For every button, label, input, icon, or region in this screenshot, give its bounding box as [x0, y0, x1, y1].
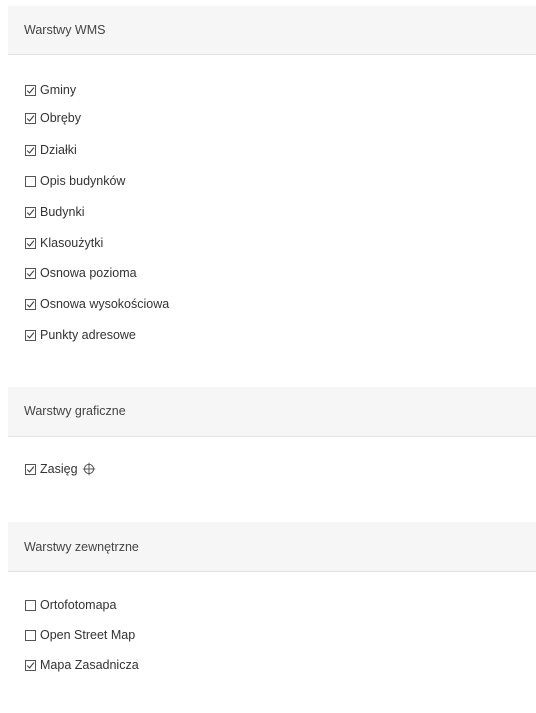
section-header-wms: Warstwy WMS	[8, 6, 536, 55]
layer-item-mapa-zasadnicza[interactable]: Mapa Zasadnicza	[25, 656, 139, 674]
layer-item-dzialki[interactable]: Działki	[25, 141, 77, 159]
layer-item-ortofotomapa[interactable]: Ortofotomapa	[25, 596, 116, 614]
layers-panel: Warstwy WMS Gminy Obręby Działki Opis bu…	[8, 0, 536, 713]
layer-label: Obręby	[40, 111, 81, 125]
checkmark-icon	[26, 239, 35, 247]
layer-item-klasouzytki[interactable]: Klasoużytki	[25, 234, 103, 252]
layer-label: Działki	[40, 143, 77, 157]
checkbox[interactable]	[25, 329, 36, 341]
layer-label: Gminy	[40, 83, 77, 97]
layer-label: Open Street Map	[40, 628, 136, 642]
checkmark-icon	[26, 465, 35, 473]
checkmark-icon	[26, 269, 35, 277]
checkbox[interactable]	[25, 144, 36, 156]
layer-item-gminy[interactable]: Gminy	[25, 81, 76, 99]
section-title-zewnetrzne: Warstwy zewnętrzne	[24, 540, 139, 554]
layer-label: Budynki	[40, 205, 85, 219]
checkmark-icon	[26, 114, 35, 122]
checkbox[interactable]	[25, 237, 36, 249]
layer-item-budynki[interactable]: Budynki	[25, 203, 84, 221]
checkmark-icon	[26, 208, 35, 216]
layer-item-osnowa-wysokosciowa[interactable]: Osnowa wysokościowa	[25, 295, 169, 313]
layer-label: Ortofotomapa	[40, 598, 117, 612]
checkbox[interactable]	[25, 267, 36, 279]
checkmark-icon	[26, 146, 35, 154]
checkmark-icon	[26, 86, 35, 94]
layer-item-open-street-map[interactable]: Open Street Map	[25, 626, 135, 644]
layer-item-opis-budynkow[interactable]: Opis budynków	[25, 172, 125, 190]
layer-label: Punkty adresowe	[40, 328, 136, 342]
layer-item-obreby[interactable]: Obręby	[25, 109, 81, 127]
checkbox[interactable]	[25, 629, 36, 641]
section-title-wms: Warstwy WMS	[24, 23, 106, 37]
layer-label: Klasoużytki	[40, 236, 104, 250]
checkbox[interactable]	[25, 206, 36, 218]
checkmark-icon	[26, 300, 35, 308]
layer-item-osnowa-pozioma[interactable]: Osnowa pozioma	[25, 264, 137, 282]
checkbox[interactable]	[25, 84, 36, 96]
checkmark-icon	[26, 331, 35, 339]
layer-label: Osnowa pozioma	[40, 266, 137, 280]
checkbox[interactable]	[25, 659, 36, 671]
layer-label: Mapa Zasadnicza	[40, 658, 139, 672]
layer-item-zasieg[interactable]: Zasięg	[25, 460, 96, 478]
checkbox[interactable]	[25, 463, 36, 475]
section-header-zewnetrzne: Warstwy zewnętrzne	[8, 522, 536, 572]
layer-label: Zasięg	[40, 462, 78, 476]
checkbox[interactable]	[25, 175, 36, 187]
layer-label: Opis budynków	[40, 174, 126, 188]
section-header-graficzne: Warstwy graficzne	[8, 387, 536, 437]
checkmark-icon	[26, 661, 35, 669]
checkbox[interactable]	[25, 298, 36, 310]
layer-item-punkty-adresowe[interactable]: Punkty adresowe	[25, 326, 136, 344]
checkbox[interactable]	[25, 599, 36, 611]
checkbox[interactable]	[25, 112, 36, 124]
crosshair-icon[interactable]	[82, 462, 96, 476]
section-title-graficzne: Warstwy graficzne	[24, 404, 126, 418]
layer-label: Osnowa wysokościowa	[40, 297, 170, 311]
